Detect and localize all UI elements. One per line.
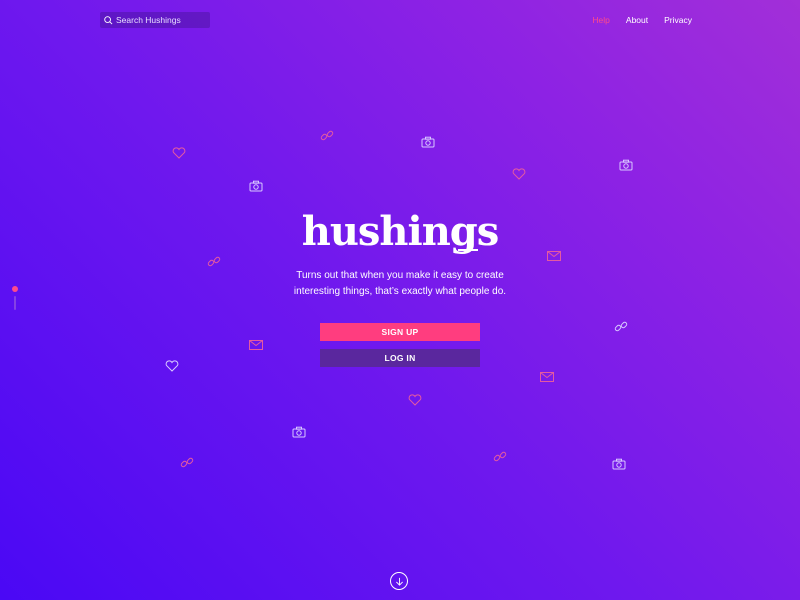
login-button[interactable]: LOG IN (320, 349, 480, 367)
link-icon (320, 130, 334, 141)
search-box[interactable] (100, 12, 210, 28)
hero-tagline: Turns out that when you make it easy to … (0, 268, 800, 300)
signup-button[interactable]: SIGN UP (320, 323, 480, 341)
scroll-down-button[interactable] (390, 572, 408, 590)
nav-help-link[interactable]: Help (592, 15, 609, 25)
top-nav: Help About Privacy (592, 15, 692, 25)
link-icon (207, 256, 221, 267)
nav-privacy-link[interactable]: Privacy (664, 15, 692, 25)
link-icon (180, 457, 194, 468)
arrow-down-icon (395, 577, 403, 586)
mail-icon (540, 372, 554, 382)
heart-icon (172, 147, 186, 159)
logo-underline (458, 249, 478, 251)
tagline-line-2: interesting things, that’s exactly what … (293, 286, 507, 297)
heart-icon (408, 394, 422, 406)
link-icon (493, 451, 507, 462)
camera-icon (421, 136, 435, 148)
search-input[interactable] (116, 15, 204, 25)
camera-icon (249, 180, 263, 192)
heart-icon (512, 168, 526, 180)
tagline-line-1: Turns out that when you make it easy to … (296, 270, 504, 281)
camera-icon (612, 458, 626, 470)
camera-icon (619, 159, 633, 171)
search-icon (104, 15, 113, 24)
camera-icon (292, 426, 306, 438)
heart-icon (165, 360, 179, 372)
link-icon (614, 321, 628, 332)
mail-icon (249, 340, 263, 350)
brand-logo: hushings (301, 208, 500, 255)
nav-about-link[interactable]: About (626, 15, 648, 25)
